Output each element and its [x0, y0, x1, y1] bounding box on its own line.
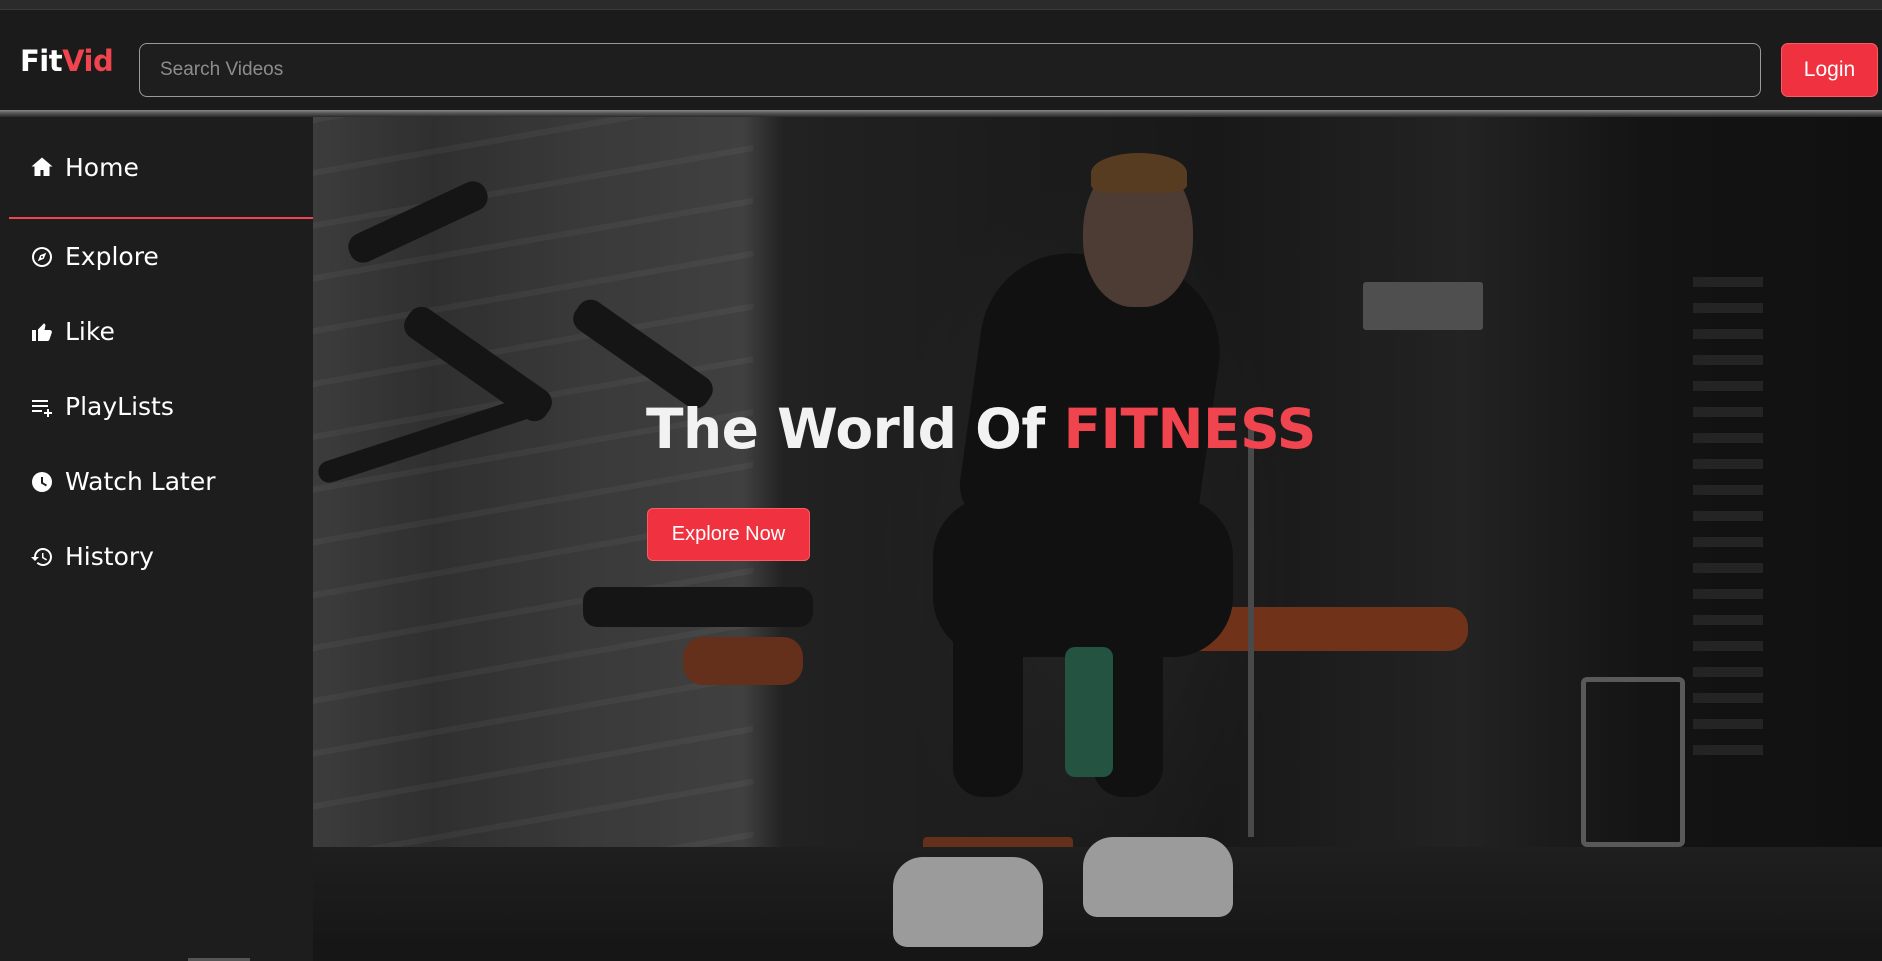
- hero-title-text: The World Of: [646, 397, 1064, 461]
- sidebar-item-history[interactable]: History: [0, 519, 313, 594]
- logo-text-fit: Fit: [20, 44, 63, 78]
- home-icon: [30, 155, 54, 179]
- app-logo[interactable]: FitVid: [20, 44, 114, 78]
- sidebar-item-like[interactable]: Like: [0, 294, 313, 369]
- hero-title-highlight: FITNESS: [1063, 397, 1316, 461]
- top-navbar: FitVid Login: [0, 10, 1882, 111]
- hero-banner: The World Of FITNESS Explore Now: [313, 117, 1882, 961]
- sidebar-item-label: Explore: [65, 242, 159, 271]
- logo-text-vid: Vid: [62, 44, 114, 78]
- explore-now-button[interactable]: Explore Now: [647, 508, 810, 561]
- sidebar-item-label: History: [65, 542, 154, 571]
- sidebar-item-home[interactable]: Home: [9, 117, 313, 219]
- clock-icon: [30, 470, 54, 494]
- browser-top-strip: [0, 0, 1882, 10]
- thumbs-up-icon: [30, 320, 54, 344]
- sidebar-item-explore[interactable]: Explore: [0, 219, 313, 294]
- sidebar-item-label: PlayLists: [65, 392, 174, 421]
- sidebar-item-watch-later[interactable]: Watch Later: [0, 444, 313, 519]
- compass-icon: [30, 245, 54, 269]
- navbar-divider: [0, 110, 1882, 117]
- sidebar: Home Explore Like PlayLists Watch Later …: [0, 117, 313, 961]
- hero-title: The World Of FITNESS: [646, 397, 1316, 461]
- history-icon: [30, 545, 54, 569]
- sidebar-item-label: Like: [65, 317, 115, 346]
- search-input[interactable]: [139, 43, 1761, 97]
- hero-overlay: [313, 117, 1882, 961]
- sidebar-item-label: Watch Later: [65, 467, 216, 496]
- login-button[interactable]: Login: [1781, 43, 1878, 97]
- playlist-add-icon: [30, 395, 54, 419]
- sidebar-item-label: Home: [65, 152, 139, 182]
- sidebar-item-playlists[interactable]: PlayLists: [0, 369, 313, 444]
